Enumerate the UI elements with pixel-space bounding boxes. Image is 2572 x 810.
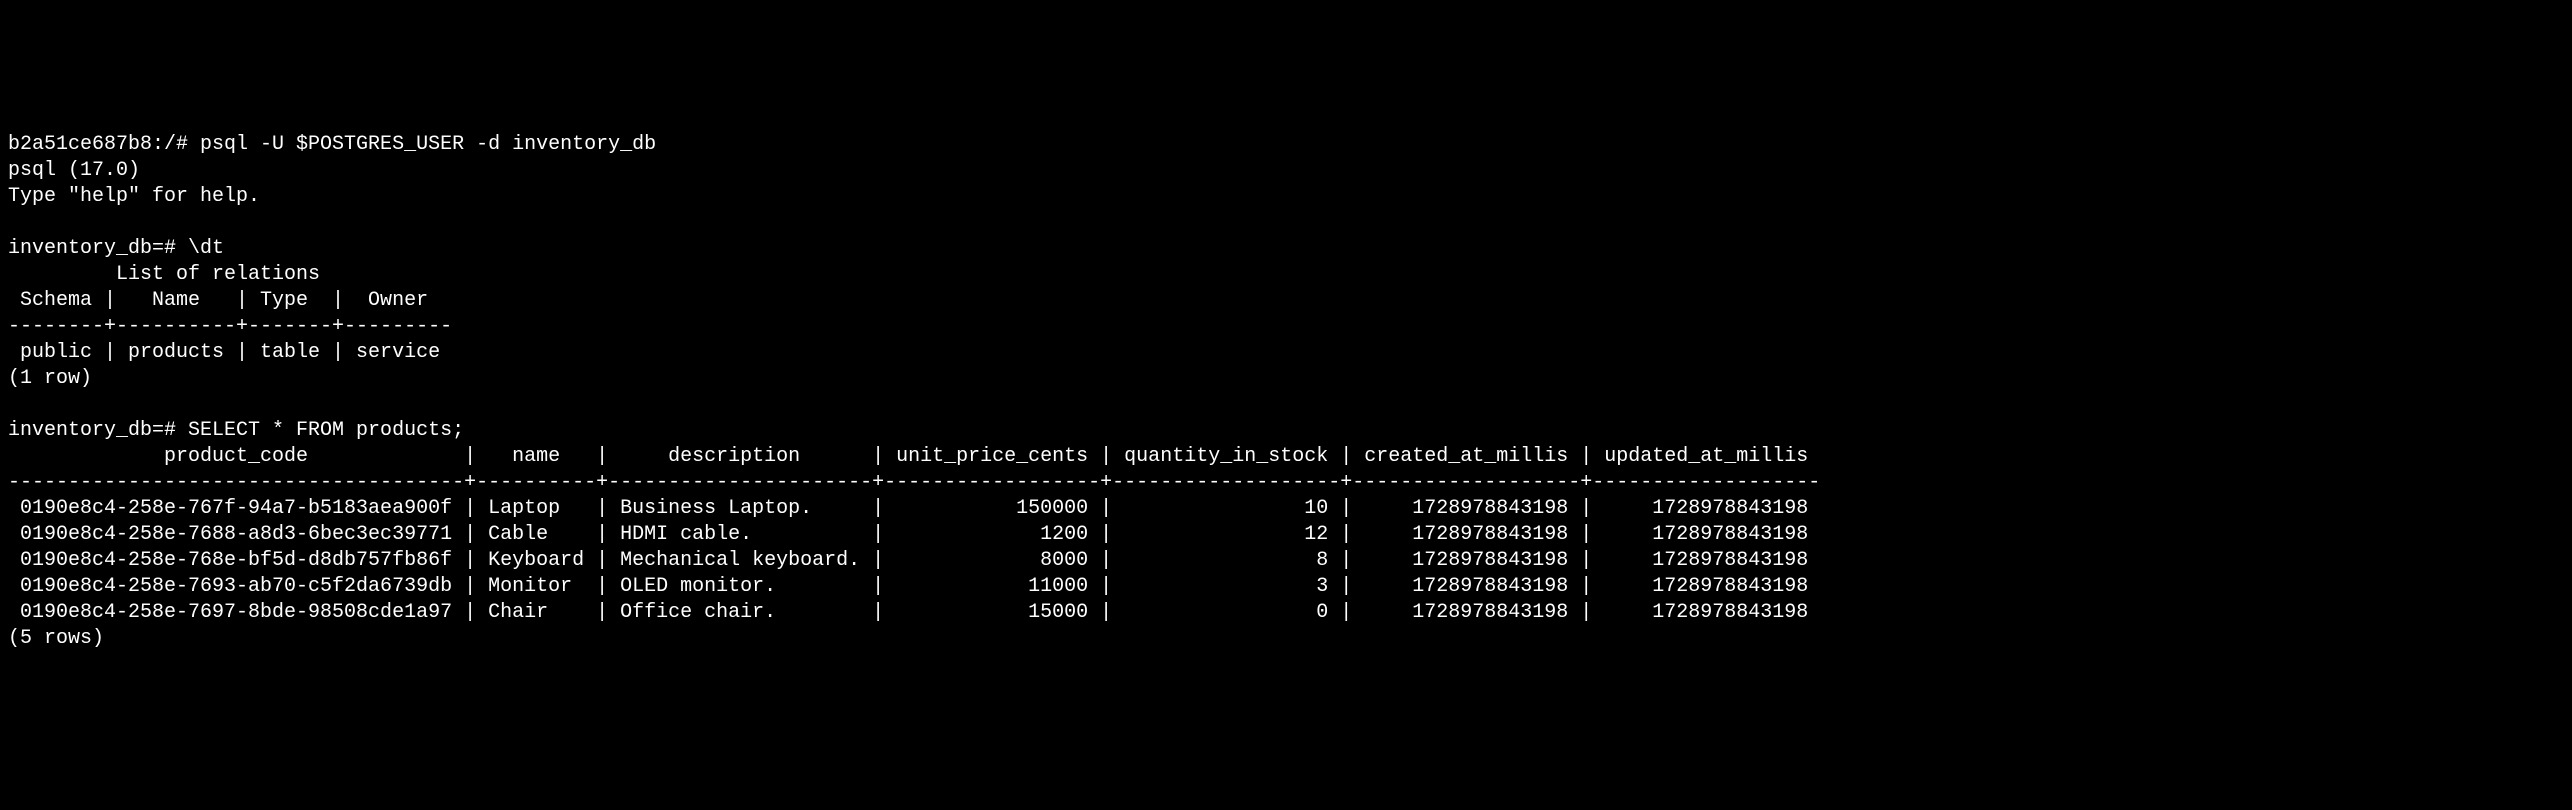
table-row: 0190e8c4-258e-7697-8bde-98508cde1a97 | C… xyxy=(8,601,1808,624)
products-separator: --------------------------------------+-… xyxy=(8,471,1820,494)
table-row: 0190e8c4-258e-7688-a8d3-6bec3ec39771 | C… xyxy=(8,523,1808,546)
terminal-output[interactable]: b2a51ce687b8:/# psql -U $POSTGRES_USER -… xyxy=(8,106,2564,678)
psql-help-hint: Type "help" for help. xyxy=(8,185,260,208)
relations-title: List of relations xyxy=(8,263,320,286)
shell-command-line: b2a51ce687b8:/# psql -U $POSTGRES_USER -… xyxy=(8,133,656,156)
relations-count: (1 row) xyxy=(8,367,92,390)
psql-version-line: psql (17.0) xyxy=(8,159,140,182)
psql-select-command: inventory_db=# SELECT * FROM products; xyxy=(8,419,464,442)
table-row: 0190e8c4-258e-767f-94a7-b5183aea900f | L… xyxy=(8,497,1808,520)
products-count: (5 rows) xyxy=(8,627,104,650)
relations-separator: --------+----------+-------+--------- xyxy=(8,315,452,338)
table-row: 0190e8c4-258e-7693-ab70-c5f2da6739db | M… xyxy=(8,575,1808,598)
products-header: product_code | name | description | unit… xyxy=(8,445,1820,468)
table-row: 0190e8c4-258e-768e-bf5d-d8db757fb86f | K… xyxy=(8,549,1808,572)
psql-dt-command: inventory_db=# \dt xyxy=(8,237,224,260)
relations-row: public | products | table | service xyxy=(8,341,440,364)
relations-header: Schema | Name | Type | Owner xyxy=(8,289,452,312)
